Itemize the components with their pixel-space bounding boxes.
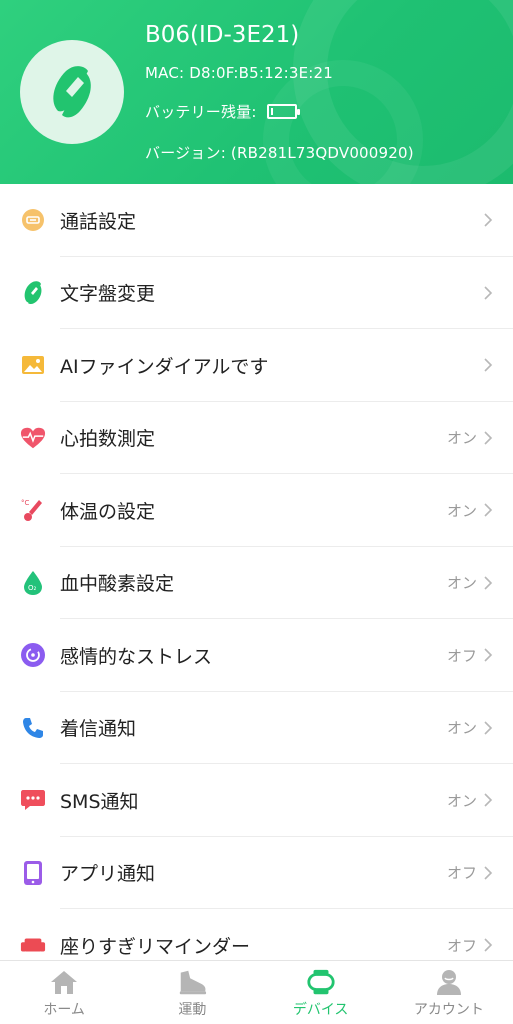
home-icon (49, 967, 79, 997)
tab-device[interactable]: デバイス (257, 961, 385, 1024)
settings-item-blood-oxygen[interactable]: O₂ 血中酸素設定 オン (0, 547, 513, 619)
account-icon (434, 967, 464, 997)
settings-item-call[interactable]: 通話設定 (0, 184, 513, 257)
settings-item-watch-face[interactable]: 文字盤変更 (0, 257, 513, 329)
sofa-icon (20, 932, 46, 958)
sms-icon (20, 787, 46, 813)
tab-label: ホーム (43, 1002, 85, 1018)
settings-item-label: 座りすぎリマインダー (60, 935, 251, 958)
settings-item-label: 感情的なストレス (60, 645, 213, 668)
svg-text:O₂: O₂ (28, 584, 37, 592)
chevron-right-icon (484, 721, 493, 735)
settings-item-status: オン (446, 429, 477, 448)
settings-item-label: 体温の設定 (60, 500, 156, 523)
app-icon (20, 860, 46, 886)
settings-list: 通話設定 文字盤変更 AIファインダイアルです 心拍数測定 オン °C 体温の設… (0, 184, 513, 982)
settings-item-status: オフ (446, 936, 477, 955)
chevron-right-icon (484, 793, 493, 807)
image-icon (20, 352, 46, 378)
settings-item-label: 血中酸素設定 (60, 573, 175, 596)
heart-rate-icon (20, 425, 46, 451)
settings-item-label: 文字盤変更 (60, 283, 156, 306)
chevron-right-icon (484, 431, 493, 445)
battery-label: バッテリー残量: (145, 103, 257, 121)
tab-exercise[interactable]: 運動 (128, 961, 256, 1024)
settings-item-temperature[interactable]: °C 体温の設定 オン (0, 474, 513, 547)
settings-item-label: 通話設定 (60, 210, 137, 233)
tab-label: デバイス (292, 1002, 349, 1018)
settings-item-label: アプリ通知 (60, 863, 156, 886)
settings-item-status: オン (446, 574, 477, 593)
settings-item-stress[interactable]: 感情的なストレス オフ (0, 619, 513, 692)
settings-item-status: オフ (446, 864, 477, 883)
svg-text:°C: °C (21, 499, 30, 507)
chevron-right-icon (484, 938, 493, 952)
tab-account[interactable]: アカウント (385, 961, 513, 1024)
thermometer-icon: °C (20, 497, 46, 523)
chevron-right-icon (484, 576, 493, 590)
watch-icon (306, 967, 336, 997)
chevron-right-icon (484, 358, 493, 372)
settings-item-label: SMS通知 (60, 790, 139, 813)
tab-label: 運動 (178, 1002, 207, 1018)
chevron-right-icon (484, 286, 493, 300)
device-mac: MAC: D8:0F:B5:12:3E:21 (145, 64, 334, 82)
chevron-right-icon (484, 648, 493, 662)
watch-face-icon (20, 280, 46, 306)
phone-icon (20, 715, 46, 741)
bottom-tab-bar: ホーム 運動 デバイス アカウント (0, 960, 513, 1024)
chevron-right-icon (484, 866, 493, 880)
tab-home[interactable]: ホーム (0, 961, 128, 1024)
settings-item-incoming-call[interactable]: 着信通知 オン (0, 692, 513, 764)
stress-icon (20, 642, 46, 668)
device-name: B06(ID-3E21) (145, 22, 300, 48)
device-version: バージョン: (RB281L73QDV000920) (145, 144, 414, 162)
shoe-icon (177, 967, 207, 997)
settings-item-heart-rate[interactable]: 心拍数測定 オン (0, 402, 513, 474)
settings-item-label: 心拍数測定 (60, 428, 156, 451)
device-header: B06(ID-3E21) MAC: D8:0F:B5:12:3E:21 バッテリ… (0, 0, 513, 184)
settings-item-status: オン (446, 501, 477, 520)
settings-item-sms[interactable]: SMS通知 オン (0, 764, 513, 837)
settings-item-label: 着信通知 (60, 718, 137, 741)
settings-item-ai-dial[interactable]: AIファインダイアルです (0, 329, 513, 402)
settings-item-app-notification[interactable]: アプリ通知 オフ (0, 837, 513, 909)
blood-oxygen-icon: O₂ (20, 570, 46, 596)
settings-item-status: オン (446, 719, 477, 738)
device-battery: バッテリー残量: (145, 101, 300, 122)
watch-band-icon (53, 66, 91, 118)
device-avatar[interactable] (20, 40, 124, 144)
settings-item-status: オフ (446, 646, 477, 665)
tab-label: アカウント (413, 1002, 484, 1018)
battery-icon (266, 104, 300, 119)
call-settings-icon (20, 207, 46, 233)
settings-item-status: オン (446, 791, 477, 810)
chevron-right-icon (484, 213, 493, 227)
chevron-right-icon (484, 503, 493, 517)
settings-item-label: AIファインダイアルです (60, 355, 269, 378)
